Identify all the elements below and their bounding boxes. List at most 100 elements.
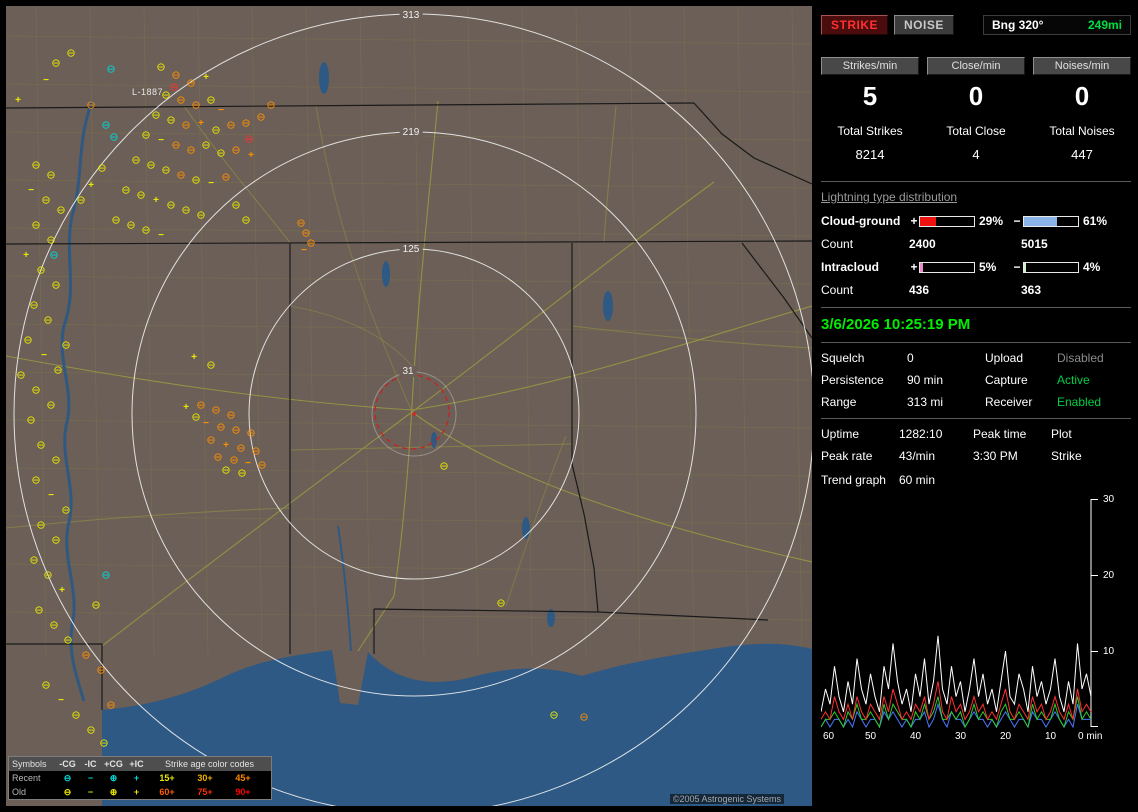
strike-symbol: − bbox=[28, 185, 34, 196]
x-axis-tick: 50 bbox=[865, 731, 877, 742]
status-grid: Squelch 0 Upload Disabled Persistence 90… bbox=[821, 351, 1131, 409]
range-ring-label: 31 bbox=[399, 366, 417, 377]
strike-symbol: − bbox=[158, 135, 164, 146]
strike-symbol: ⊖ bbox=[169, 81, 179, 94]
strike-symbol: ⊖ bbox=[26, 414, 36, 427]
strike-symbol: ⊖ bbox=[186, 77, 196, 90]
strike-symbol: ⊖ bbox=[161, 164, 171, 177]
cg-plus-bar-fill bbox=[920, 216, 936, 226]
peak-rate-value: 43/min bbox=[899, 449, 936, 463]
strike-symbol: ⊖ bbox=[257, 459, 267, 472]
strike-symbol: ⊖ bbox=[141, 224, 151, 237]
strike-mode-button[interactable]: STRIKE bbox=[821, 15, 889, 35]
strike-symbol: − bbox=[203, 418, 209, 429]
total-noises-value: 447 bbox=[1071, 147, 1093, 162]
minus-sign: − bbox=[1013, 260, 1021, 274]
strike-symbol: − bbox=[158, 230, 164, 241]
strike-symbol: ⊖ bbox=[126, 219, 136, 232]
strike-symbol: ⊖ bbox=[256, 111, 266, 124]
strike-symbol: ⊖ bbox=[237, 467, 247, 480]
legend-col-cg-minus: -CG bbox=[59, 759, 76, 769]
age-60: 60+ bbox=[159, 787, 175, 797]
strike-symbol: ⊖ bbox=[166, 199, 176, 212]
ic-minus-bar-fill bbox=[1024, 262, 1027, 272]
bearing-readout: Bng 320° 249mi bbox=[983, 15, 1131, 35]
strike-symbol: ⊖ bbox=[43, 314, 53, 327]
strike-symbol: ⊖ bbox=[97, 162, 107, 175]
strike-symbol: ⊖ bbox=[86, 99, 96, 112]
strike-symbol: ⊖ bbox=[66, 47, 76, 60]
peak-rate-label: Peak rate bbox=[821, 449, 873, 463]
strike-symbol: ⊖ bbox=[171, 139, 181, 152]
strike-symbol: ⊖ bbox=[206, 94, 216, 107]
ic-minus-bar bbox=[1023, 261, 1079, 273]
strike-symbol: ⊖ bbox=[91, 599, 101, 612]
total-close-label: Total Close bbox=[946, 124, 1006, 138]
legend-old-row: Old ⊖ − ⊕ + 60+ 75+ 90+ bbox=[9, 785, 271, 799]
strike-symbol: ⊖ bbox=[244, 133, 254, 146]
strike-symbol: ⊖ bbox=[71, 709, 81, 722]
strike-symbol: ⊖ bbox=[106, 699, 116, 712]
noises-per-min-button[interactable]: Noises/min bbox=[1033, 57, 1131, 75]
strike-symbol: ⊖ bbox=[86, 724, 96, 737]
legend-symbols-header: Symbols bbox=[12, 759, 47, 769]
ic-plus-pct: 5% bbox=[979, 260, 997, 274]
strike-symbol: ⊖ bbox=[196, 209, 206, 222]
x-axis-tick: 10 bbox=[1045, 731, 1057, 742]
range-value: 313 mi bbox=[907, 395, 944, 409]
plus-sign: + bbox=[910, 260, 918, 274]
mode-row: STRIKE NOISE Bng 320° 249mi bbox=[821, 15, 1131, 35]
storm-cell-label: L-1887 bbox=[132, 87, 164, 97]
strike-symbol: ⊖ bbox=[439, 460, 449, 473]
x-axis-tick: 60 bbox=[823, 731, 835, 742]
peak-time-label: Peak time bbox=[973, 427, 1027, 441]
strike-symbol: ⊖ bbox=[186, 144, 196, 157]
strike-symbol: ⊖ bbox=[49, 619, 59, 632]
strike-symbol: + bbox=[183, 402, 189, 413]
lightning-map[interactable]: ⊖ ⊖ ⊖ + ⊖ ⊖ ⊖ ⊖ − ⊖ ⊖ ⊖ + ⊖ ⊖ ⊖ ⊖ ⊖ ⊖ − ⊖ ⊖ ⊖ ⊖ ⊖ + ⊖ ⊖ ⊖ ⊖ ⊖ − ⊖ ⊖ ⊖ + ⊖ ⊖ ⊖ ⊖… bbox=[6, 6, 812, 806]
strike-symbol: ⊖ bbox=[206, 359, 216, 372]
strike-symbol: ⊖ bbox=[191, 174, 201, 187]
strike-symbol: ⊖ bbox=[41, 194, 51, 207]
strike-symbol: − bbox=[58, 695, 64, 706]
stats-grid: Uptime 1282:10 Peak time Plot Peak rate … bbox=[821, 427, 1131, 463]
strike-symbol: ⊖ bbox=[196, 399, 206, 412]
divider bbox=[821, 306, 1131, 308]
strike-symbol: + bbox=[191, 352, 197, 363]
close-per-min-button[interactable]: Close/min bbox=[927, 57, 1025, 75]
strike-symbol: ⊖ bbox=[43, 569, 53, 582]
strike-symbol: ⊖ bbox=[61, 339, 71, 352]
strike-symbol: ⊖ bbox=[211, 124, 221, 137]
plot-value: Strike bbox=[1051, 449, 1082, 463]
strike-symbol: ⊖ bbox=[236, 442, 246, 455]
strike-symbol: ⊖ bbox=[496, 597, 506, 610]
legend-header-row: Symbols -CG -IC +CG +IC Strike age color… bbox=[9, 757, 271, 771]
strike-symbol: ⊖ bbox=[36, 519, 46, 532]
strike-symbol: − bbox=[301, 245, 307, 256]
datetime-display: 3/6/2026 10:25:19 PM bbox=[821, 316, 971, 333]
strike-symbol: ⊖ bbox=[101, 569, 111, 582]
strike-symbol: ⊖ bbox=[201, 139, 211, 152]
strike-symbol: ⊖ bbox=[36, 264, 46, 277]
copyright: ©2005 Astrogenic Systems bbox=[669, 794, 784, 804]
trend-graph: 30 20 10 60 50 40 30 20 10 0 min bbox=[821, 494, 1131, 751]
strike-symbol: ⊖ bbox=[36, 439, 46, 452]
strike-symbol: ⊖ bbox=[106, 63, 116, 76]
strike-symbol: ⊖ bbox=[23, 334, 33, 347]
strikes-per-min-button[interactable]: Strikes/min bbox=[821, 57, 919, 75]
strike-symbol: ⊖ bbox=[191, 99, 201, 112]
strike-symbol: ⊖ bbox=[231, 199, 241, 212]
x-axis-tick: 40 bbox=[910, 731, 922, 742]
strike-symbol: ⊖ bbox=[109, 131, 119, 144]
strike-symbol: ⊖ bbox=[171, 69, 181, 82]
capture-label: Capture bbox=[985, 373, 1028, 387]
strike-symbol: ⊖ bbox=[166, 114, 176, 127]
squelch-value: 0 bbox=[907, 351, 914, 365]
noise-mode-button[interactable]: NOISE bbox=[894, 15, 954, 35]
strike-symbol: ⊖ bbox=[229, 454, 239, 467]
ic-plus-count: 436 bbox=[909, 283, 930, 297]
total-strikes-value: 8214 bbox=[855, 147, 885, 162]
trend-graph-label: Trend graph bbox=[821, 473, 886, 487]
strike-symbol: ⊖ bbox=[63, 634, 73, 647]
legend-col-cg-plus: +CG bbox=[104, 759, 123, 769]
